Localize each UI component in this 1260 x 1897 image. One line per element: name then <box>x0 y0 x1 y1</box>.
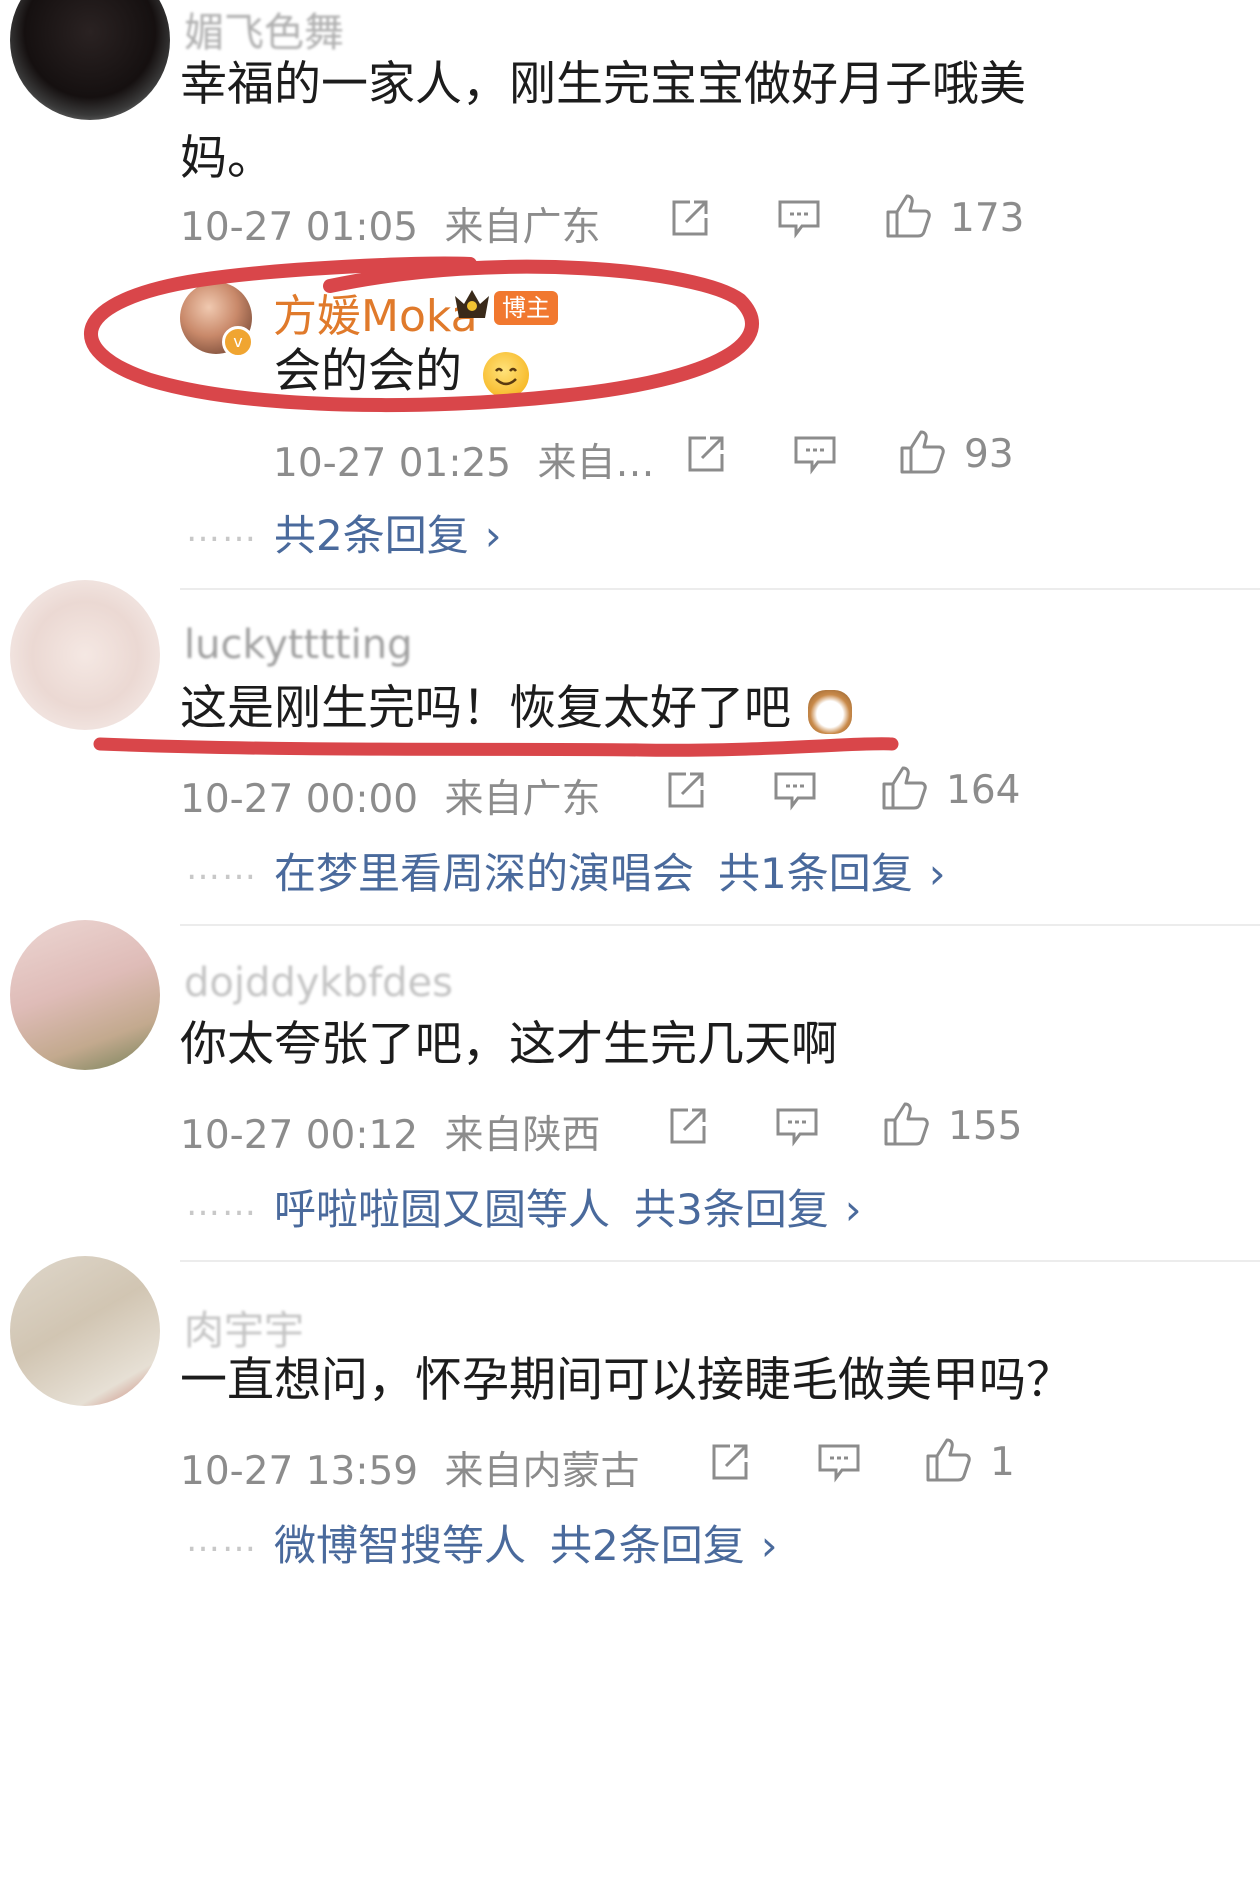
divider <box>180 924 1260 926</box>
divider <box>180 588 1260 590</box>
location: 来自广东 <box>444 777 601 822</box>
comment-text: 一直想问，怀孕期间可以接睫毛做美甲吗？ <box>180 1353 1073 1408</box>
divider <box>180 1260 1260 1262</box>
timestamp: 10-27 00:00 <box>180 777 419 822</box>
timestamp: 10-27 00:12 <box>180 1113 419 1158</box>
username[interactable]: luckytttting <box>184 622 412 668</box>
view-replies-link[interactable]: 呼啦啦圆又圆等人 共3条回复 › <box>274 1176 862 1237</box>
view-replies-link[interactable]: 微博智搜等人 共2条回复 › <box>274 1512 778 1573</box>
share-icon[interactable] <box>666 1104 710 1148</box>
comment-icon[interactable] <box>816 1440 862 1484</box>
chevron-right-icon: › <box>844 1185 862 1234</box>
annotation-underline <box>93 737 899 757</box>
share-icon[interactable] <box>708 1440 752 1484</box>
replies-dots: …… <box>186 1520 258 1560</box>
like-icon[interactable] <box>924 1434 974 1484</box>
replies-dots: …… <box>186 1184 258 1224</box>
comment-meta: 10-27 13:59 来自内蒙古 <box>180 1440 640 1496</box>
avatar[interactable] <box>10 920 160 1070</box>
view-replies-link[interactable]: 在梦里看周深的演唱会 共1条回复 › <box>274 840 946 901</box>
location: 来自陕西 <box>444 1113 601 1158</box>
like-count: 1 <box>990 1440 1015 1485</box>
timestamp: 10-27 13:59 <box>180 1449 419 1494</box>
username[interactable]: dojddykbfdes <box>184 960 453 1006</box>
annotation-circle <box>84 256 759 413</box>
location: 来自内蒙古 <box>444 1449 640 1494</box>
avatar[interactable] <box>10 1256 160 1406</box>
chevron-right-icon: › <box>760 1521 778 1570</box>
like-icon[interactable] <box>882 1098 932 1148</box>
comment-icon[interactable] <box>774 1104 820 1148</box>
replies-dots: …… <box>186 848 258 888</box>
avatar[interactable] <box>10 580 160 730</box>
like-count: 155 <box>948 1104 1023 1149</box>
comment-text: 你太夸张了吧，这才生完几天啊 <box>180 1017 838 1072</box>
comment-meta: 10-27 00:12 来自陕西 <box>180 1104 601 1160</box>
chevron-right-icon: › <box>928 849 946 898</box>
